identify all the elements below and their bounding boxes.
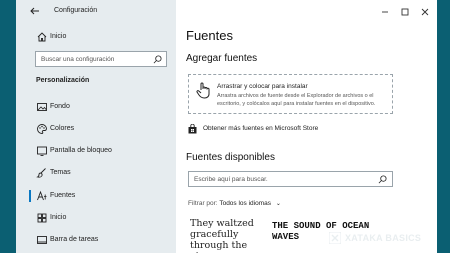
sidebar-item-colores[interactable]: Colores (16, 121, 176, 137)
font-search-placeholder: Escribe aquí para buscar. (194, 176, 268, 183)
hand-pointer-icon (196, 82, 210, 99)
desktop-background-right (437, 0, 450, 253)
sidebar-item-label: Fondo (50, 103, 70, 110)
store-bag-icon (188, 124, 197, 134)
minimize-icon (382, 11, 388, 13)
sidebar-item-inicio[interactable]: Inicio (16, 210, 176, 226)
watermark: XATAKA BASICS (329, 232, 439, 244)
start-icon (37, 213, 47, 223)
sidebar-item-label: Inicio (50, 214, 67, 221)
add-fonts-heading: Agregar fuentes (186, 53, 258, 64)
font-search-input[interactable]: Escribe aquí para buscar. (188, 171, 393, 187)
watermark-text: XATAKA BASICS (345, 233, 422, 243)
taskbar-icon (37, 236, 47, 244)
sidebar-item-fuentes[interactable]: Fuentes (16, 188, 176, 204)
available-fonts-heading: Fuentes disponibles (186, 152, 275, 163)
brush-icon (36, 168, 46, 178)
page-title: Fuentes (186, 28, 233, 43)
drop-zone-description: Arrastra archivos de fuente desde el Exp… (217, 93, 376, 107)
search-placeholder: Buscar una configuración (41, 56, 115, 63)
font-icon (37, 190, 47, 201)
store-link-label: Obtener más fuentes en Microsoft Store (203, 125, 319, 132)
sidebar: Configuración Inicio Buscar una configur… (16, 0, 176, 253)
filter-label: Filtrar por: (188, 200, 218, 207)
sidebar-item-home[interactable]: Inicio (16, 28, 176, 46)
sidebar-item-barra-de-tareas[interactable]: Barra de tareas (16, 232, 176, 248)
sidebar-item-temas[interactable]: Temas (16, 165, 176, 181)
palette-icon (37, 124, 47, 134)
font-drop-zone[interactable]: Arrastrar y colocar para instalar Arrast… (188, 74, 393, 114)
back-button[interactable] (28, 5, 42, 19)
sidebar-section-title: Personalización (36, 77, 90, 84)
sidebar-item-fondo[interactable]: Fondo (16, 99, 176, 115)
sidebar-item-label: Barra de tareas (50, 236, 99, 243)
picture-icon (37, 103, 47, 111)
settings-search-input[interactable]: Buscar una configuración (35, 51, 167, 67)
sidebar-item-label: Colores (50, 125, 75, 132)
arrow-left-icon (30, 7, 39, 15)
close-icon (421, 8, 429, 16)
drop-zone-title: Arrastrar y colocar para instalar (217, 83, 308, 90)
sidebar-item-label: Fuentes (50, 192, 76, 199)
sidebar-item-label: Temas (50, 169, 71, 176)
filter-value: Todos los idiomas (219, 200, 271, 207)
lock-screen-icon (37, 146, 47, 156)
window-controls (377, 0, 437, 24)
chevron-down-icon: ⌄ (275, 201, 281, 207)
desktop-background-left (0, 0, 16, 253)
store-link[interactable]: Obtener más fuentes en Microsoft Store (188, 124, 408, 134)
language-filter[interactable]: Filtrar por: Todos los idiomas ⌄ (188, 200, 281, 207)
sidebar-item-label: Inicio (50, 33, 67, 40)
sidebar-item-pantalla-de-bloqueo[interactable]: Pantalla de bloqueo (16, 143, 176, 159)
minimize-button[interactable] (379, 6, 391, 18)
maximize-icon (401, 8, 409, 16)
sidebar-item-label: Pantalla de bloqueo (50, 147, 112, 154)
search-icon (378, 175, 387, 184)
main-content: Fuentes Agregar fuentes Arrastrar y colo… (176, 0, 437, 253)
font-preview-card[interactable]: They waltzed gracefully through the air (190, 218, 262, 253)
home-icon (37, 32, 47, 42)
settings-window: Configuración Inicio Buscar una configur… (16, 0, 437, 253)
search-icon (153, 55, 162, 64)
close-button[interactable] (419, 6, 431, 18)
window-title: Configuración (54, 7, 98, 14)
titlebar: Configuración (16, 0, 176, 24)
maximize-button[interactable] (399, 6, 411, 18)
xataka-logo-icon (329, 232, 341, 244)
